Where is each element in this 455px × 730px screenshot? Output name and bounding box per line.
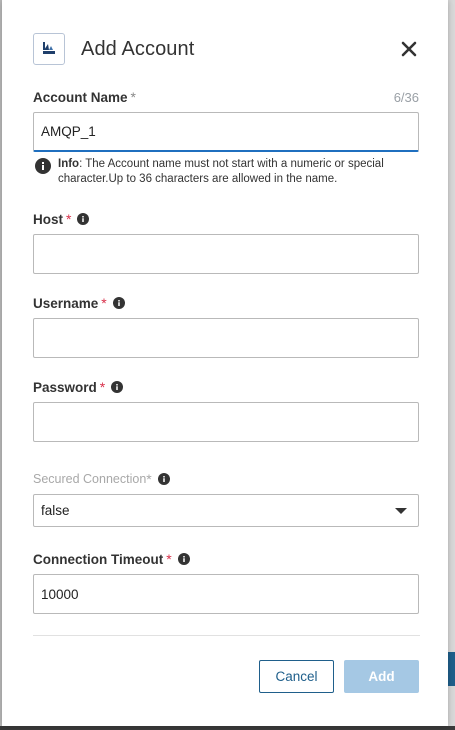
close-icon[interactable] xyxy=(398,38,420,60)
character-counter: 6/36 xyxy=(393,89,419,105)
password-label: Password xyxy=(33,379,97,395)
background-bottom-bar xyxy=(0,726,455,730)
info-icon[interactable] xyxy=(157,473,170,485)
connection-timeout-label: Connection Timeout xyxy=(33,551,164,567)
connection-timeout-value: 10000 xyxy=(41,586,79,602)
connection-timeout-field: Connection Timeout * 10000 xyxy=(33,550,419,614)
username-input[interactable] xyxy=(33,318,419,358)
info-icon[interactable] xyxy=(77,213,90,225)
cancel-button[interactable]: Cancel xyxy=(259,660,334,693)
required-mark: * xyxy=(66,211,72,227)
required-mark: * xyxy=(146,471,152,487)
dialog-header: Add Account xyxy=(33,33,420,65)
required-mark: * xyxy=(99,379,106,395)
background-strip xyxy=(447,0,455,730)
secured-connection-field: Secured Connection * false xyxy=(33,470,419,527)
account-name-value: AMQP_1 xyxy=(41,124,96,139)
username-label-row: Username * xyxy=(33,294,419,312)
add-account-dialog: Add Account Account Name * 6/36 AMQP_1 I… xyxy=(2,0,448,726)
host-field: Host * xyxy=(33,210,419,274)
dialog-title: Add Account xyxy=(81,37,195,60)
connection-timeout-input[interactable]: 10000 xyxy=(33,574,419,614)
secured-connection-select[interactable]: false xyxy=(33,494,419,527)
required-mark: * xyxy=(166,551,172,567)
info-prefix: Info xyxy=(58,158,80,170)
background-button-fragment xyxy=(447,652,455,686)
required-mark: * xyxy=(130,89,136,105)
info-icon xyxy=(35,158,51,187)
account-name-input[interactable]: AMQP_1 xyxy=(33,112,419,152)
password-input[interactable] xyxy=(33,402,419,442)
username-label: Username xyxy=(33,295,99,311)
add-button[interactable]: Add xyxy=(344,660,419,693)
account-name-label-row: Account Name * 6/36 xyxy=(33,88,419,106)
secured-connection-value: false xyxy=(41,503,70,518)
footer-divider xyxy=(33,635,420,636)
connection-timeout-label-row: Connection Timeout * xyxy=(33,550,419,568)
secured-connection-label-row: Secured Connection * xyxy=(33,470,419,488)
username-field: Username * xyxy=(33,294,419,358)
secured-connection-label: Secured Connection xyxy=(33,472,147,486)
host-input[interactable] xyxy=(33,234,419,274)
password-field: Password * xyxy=(33,378,419,442)
account-name-field: Account Name * 6/36 AMQP_1 xyxy=(33,88,419,152)
host-label: Host xyxy=(33,211,63,227)
account-logo-icon xyxy=(33,33,65,65)
account-name-label: Account Name xyxy=(33,89,128,105)
info-message: : The Account name must not start with a… xyxy=(58,158,384,185)
info-icon[interactable] xyxy=(112,297,125,309)
required-mark: * xyxy=(101,295,107,311)
info-icon[interactable] xyxy=(111,381,124,393)
info-icon[interactable] xyxy=(177,553,190,565)
host-label-row: Host * xyxy=(33,210,419,228)
info-text: Info: The Account name must not start wi… xyxy=(58,157,415,187)
password-label-row: Password * xyxy=(33,378,419,396)
account-name-info: Info: The Account name must not start wi… xyxy=(35,157,415,187)
chevron-down-icon xyxy=(395,507,407,514)
